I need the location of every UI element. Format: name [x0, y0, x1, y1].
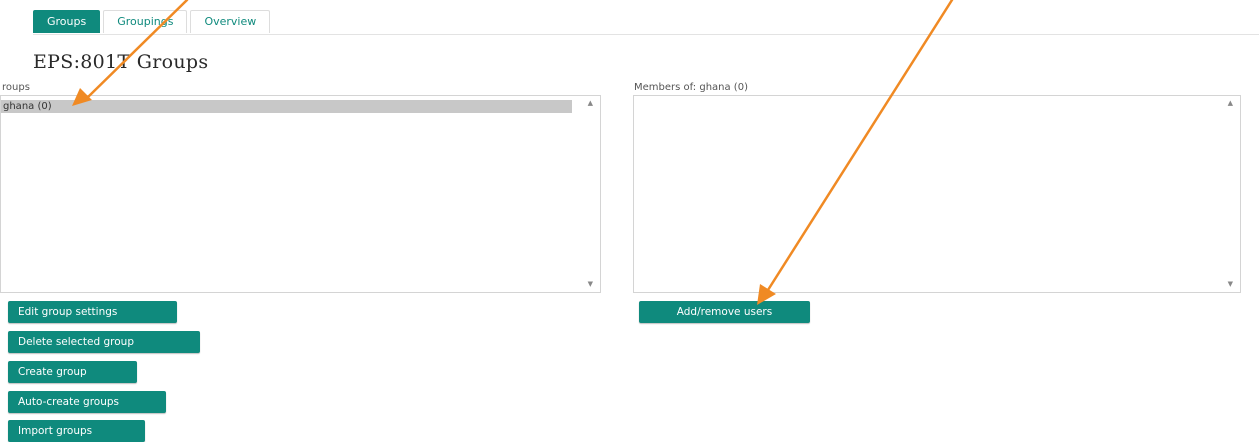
- auto-create-groups-button[interactable]: Auto-create groups: [8, 391, 166, 413]
- groups-label: roups: [2, 82, 30, 93]
- page-title: EPS:801T Groups: [33, 51, 209, 73]
- members-label: Members of: ghana (0): [634, 82, 748, 93]
- scroll-up-icon[interactable]: ▲: [588, 99, 593, 107]
- tab-overview[interactable]: Overview: [190, 10, 271, 33]
- tab-groups[interactable]: Groups: [33, 10, 101, 33]
- delete-selected-group-button[interactable]: Delete selected group: [8, 331, 200, 353]
- tab-groupings[interactable]: Groupings: [103, 10, 188, 33]
- groups-listbox[interactable]: ghana (0) ▲ ▼: [0, 95, 601, 293]
- members-listbox[interactable]: ▲ ▼: [633, 95, 1241, 293]
- scroll-up-icon[interactable]: ▲: [1228, 99, 1233, 107]
- tab-bar-divider: [33, 34, 1259, 35]
- scroll-down-icon[interactable]: ▼: [588, 280, 593, 288]
- create-group-button[interactable]: Create group: [8, 361, 137, 383]
- add-remove-users-button[interactable]: Add/remove users: [639, 301, 810, 323]
- group-option-ghana[interactable]: ghana (0): [1, 100, 572, 113]
- tab-bar: Groups Groupings Overview: [33, 10, 273, 34]
- edit-group-settings-button[interactable]: Edit group settings: [8, 301, 177, 323]
- scroll-down-icon[interactable]: ▼: [1228, 280, 1233, 288]
